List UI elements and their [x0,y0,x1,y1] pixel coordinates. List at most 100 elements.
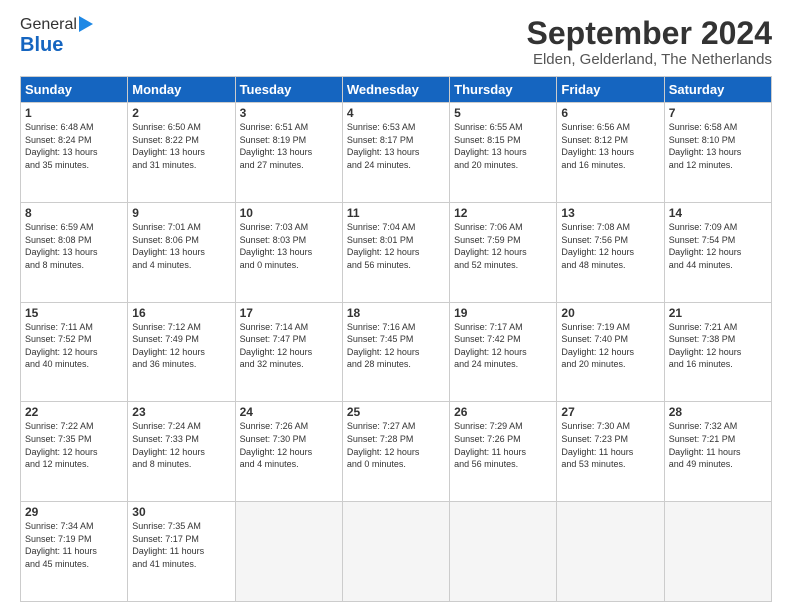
calendar-day-cell: 27Sunrise: 7:30 AM Sunset: 7:23 PM Dayli… [557,402,664,502]
day-info: Sunrise: 7:08 AM Sunset: 7:56 PM Dayligh… [561,221,659,271]
day-number: 11 [347,206,445,220]
day-info: Sunrise: 6:58 AM Sunset: 8:10 PM Dayligh… [669,121,767,171]
calendar-day-cell: 1Sunrise: 6:48 AM Sunset: 8:24 PM Daylig… [21,103,128,203]
calendar-day-cell [557,502,664,602]
title-area: September 2024 Elden, Gelderland, The Ne… [527,16,772,68]
day-info: Sunrise: 6:51 AM Sunset: 8:19 PM Dayligh… [240,121,338,171]
page: General Blue September 2024 Elden, Gelde… [0,0,792,612]
calendar-day-cell [342,502,449,602]
day-info: Sunrise: 7:22 AM Sunset: 7:35 PM Dayligh… [25,420,123,470]
day-info: Sunrise: 7:03 AM Sunset: 8:03 PM Dayligh… [240,221,338,271]
day-number: 7 [669,106,767,120]
calendar-day-cell: 14Sunrise: 7:09 AM Sunset: 7:54 PM Dayli… [664,202,771,302]
day-number: 27 [561,405,659,419]
day-info: Sunrise: 6:55 AM Sunset: 8:15 PM Dayligh… [454,121,552,171]
calendar-day-cell [664,502,771,602]
calendar-day-cell: 7Sunrise: 6:58 AM Sunset: 8:10 PM Daylig… [664,103,771,203]
calendar-day-header: Wednesday [342,77,449,103]
calendar-day-cell: 11Sunrise: 7:04 AM Sunset: 8:01 PM Dayli… [342,202,449,302]
calendar-day-cell: 30Sunrise: 7:35 AM Sunset: 7:17 PM Dayli… [128,502,235,602]
day-info: Sunrise: 7:12 AM Sunset: 7:49 PM Dayligh… [132,321,230,371]
calendar-day-cell: 25Sunrise: 7:27 AM Sunset: 7:28 PM Dayli… [342,402,449,502]
logo-arrow-icon [79,16,93,32]
calendar-day-cell: 16Sunrise: 7:12 AM Sunset: 7:49 PM Dayli… [128,302,235,402]
calendar-day-header: Friday [557,77,664,103]
day-info: Sunrise: 7:06 AM Sunset: 7:59 PM Dayligh… [454,221,552,271]
day-number: 5 [454,106,552,120]
day-number: 8 [25,206,123,220]
day-number: 25 [347,405,445,419]
day-info: Sunrise: 7:34 AM Sunset: 7:19 PM Dayligh… [25,520,123,570]
day-info: Sunrise: 7:29 AM Sunset: 7:26 PM Dayligh… [454,420,552,470]
day-number: 2 [132,106,230,120]
logo-blue-text: Blue [20,34,63,57]
subtitle: Elden, Gelderland, The Netherlands [527,51,772,68]
calendar-day-cell: 29Sunrise: 7:34 AM Sunset: 7:19 PM Dayli… [21,502,128,602]
day-info: Sunrise: 7:16 AM Sunset: 7:45 PM Dayligh… [347,321,445,371]
day-number: 13 [561,206,659,220]
calendar-day-header: Saturday [664,77,771,103]
day-number: 24 [240,405,338,419]
day-info: Sunrise: 7:32 AM Sunset: 7:21 PM Dayligh… [669,420,767,470]
day-number: 12 [454,206,552,220]
calendar-day-cell: 9Sunrise: 7:01 AM Sunset: 8:06 PM Daylig… [128,202,235,302]
day-info: Sunrise: 7:30 AM Sunset: 7:23 PM Dayligh… [561,420,659,470]
day-number: 28 [669,405,767,419]
header: General Blue September 2024 Elden, Gelde… [20,16,772,68]
day-number: 29 [25,505,123,519]
day-info: Sunrise: 7:11 AM Sunset: 7:52 PM Dayligh… [25,321,123,371]
calendar-day-cell: 24Sunrise: 7:26 AM Sunset: 7:30 PM Dayli… [235,402,342,502]
logo: General Blue [20,16,93,57]
calendar-day-cell: 22Sunrise: 7:22 AM Sunset: 7:35 PM Dayli… [21,402,128,502]
calendar-day-cell: 12Sunrise: 7:06 AM Sunset: 7:59 PM Dayli… [450,202,557,302]
day-info: Sunrise: 7:14 AM Sunset: 7:47 PM Dayligh… [240,321,338,371]
calendar-day-header: Thursday [450,77,557,103]
calendar-day-cell: 13Sunrise: 7:08 AM Sunset: 7:56 PM Dayli… [557,202,664,302]
day-number: 3 [240,106,338,120]
calendar-day-cell: 21Sunrise: 7:21 AM Sunset: 7:38 PM Dayli… [664,302,771,402]
day-number: 14 [669,206,767,220]
calendar-header-row: SundayMondayTuesdayWednesdayThursdayFrid… [21,77,772,103]
day-info: Sunrise: 7:19 AM Sunset: 7:40 PM Dayligh… [561,321,659,371]
day-info: Sunrise: 7:09 AM Sunset: 7:54 PM Dayligh… [669,221,767,271]
day-number: 15 [25,306,123,320]
day-number: 21 [669,306,767,320]
calendar-day-cell: 3Sunrise: 6:51 AM Sunset: 8:19 PM Daylig… [235,103,342,203]
day-info: Sunrise: 7:24 AM Sunset: 7:33 PM Dayligh… [132,420,230,470]
calendar-day-cell: 4Sunrise: 6:53 AM Sunset: 8:17 PM Daylig… [342,103,449,203]
calendar-week-row: 22Sunrise: 7:22 AM Sunset: 7:35 PM Dayli… [21,402,772,502]
calendar-day-cell: 20Sunrise: 7:19 AM Sunset: 7:40 PM Dayli… [557,302,664,402]
day-number: 1 [25,106,123,120]
calendar-day-cell: 18Sunrise: 7:16 AM Sunset: 7:45 PM Dayli… [342,302,449,402]
calendar-day-cell: 17Sunrise: 7:14 AM Sunset: 7:47 PM Dayli… [235,302,342,402]
day-info: Sunrise: 7:26 AM Sunset: 7:30 PM Dayligh… [240,420,338,470]
calendar-day-cell [235,502,342,602]
day-number: 17 [240,306,338,320]
calendar-day-cell: 26Sunrise: 7:29 AM Sunset: 7:26 PM Dayli… [450,402,557,502]
day-number: 22 [25,405,123,419]
calendar-day-cell: 28Sunrise: 7:32 AM Sunset: 7:21 PM Dayli… [664,402,771,502]
calendar-day-cell: 8Sunrise: 6:59 AM Sunset: 8:08 PM Daylig… [21,202,128,302]
day-number: 20 [561,306,659,320]
calendar-day-cell: 2Sunrise: 6:50 AM Sunset: 8:22 PM Daylig… [128,103,235,203]
day-info: Sunrise: 7:27 AM Sunset: 7:28 PM Dayligh… [347,420,445,470]
calendar-week-row: 15Sunrise: 7:11 AM Sunset: 7:52 PM Dayli… [21,302,772,402]
day-info: Sunrise: 7:17 AM Sunset: 7:42 PM Dayligh… [454,321,552,371]
calendar-week-row: 1Sunrise: 6:48 AM Sunset: 8:24 PM Daylig… [21,103,772,203]
calendar-day-header: Monday [128,77,235,103]
day-info: Sunrise: 6:53 AM Sunset: 8:17 PM Dayligh… [347,121,445,171]
calendar-week-row: 8Sunrise: 6:59 AM Sunset: 8:08 PM Daylig… [21,202,772,302]
calendar-day-cell: 15Sunrise: 7:11 AM Sunset: 7:52 PM Dayli… [21,302,128,402]
day-number: 26 [454,405,552,419]
calendar-day-cell: 10Sunrise: 7:03 AM Sunset: 8:03 PM Dayli… [235,202,342,302]
calendar-day-header: Tuesday [235,77,342,103]
calendar-day-cell: 19Sunrise: 7:17 AM Sunset: 7:42 PM Dayli… [450,302,557,402]
day-number: 19 [454,306,552,320]
day-number: 10 [240,206,338,220]
day-info: Sunrise: 6:59 AM Sunset: 8:08 PM Dayligh… [25,221,123,271]
day-number: 18 [347,306,445,320]
day-number: 9 [132,206,230,220]
day-info: Sunrise: 6:56 AM Sunset: 8:12 PM Dayligh… [561,121,659,171]
month-title: September 2024 [527,16,772,51]
logo-general-text: General [20,16,77,34]
